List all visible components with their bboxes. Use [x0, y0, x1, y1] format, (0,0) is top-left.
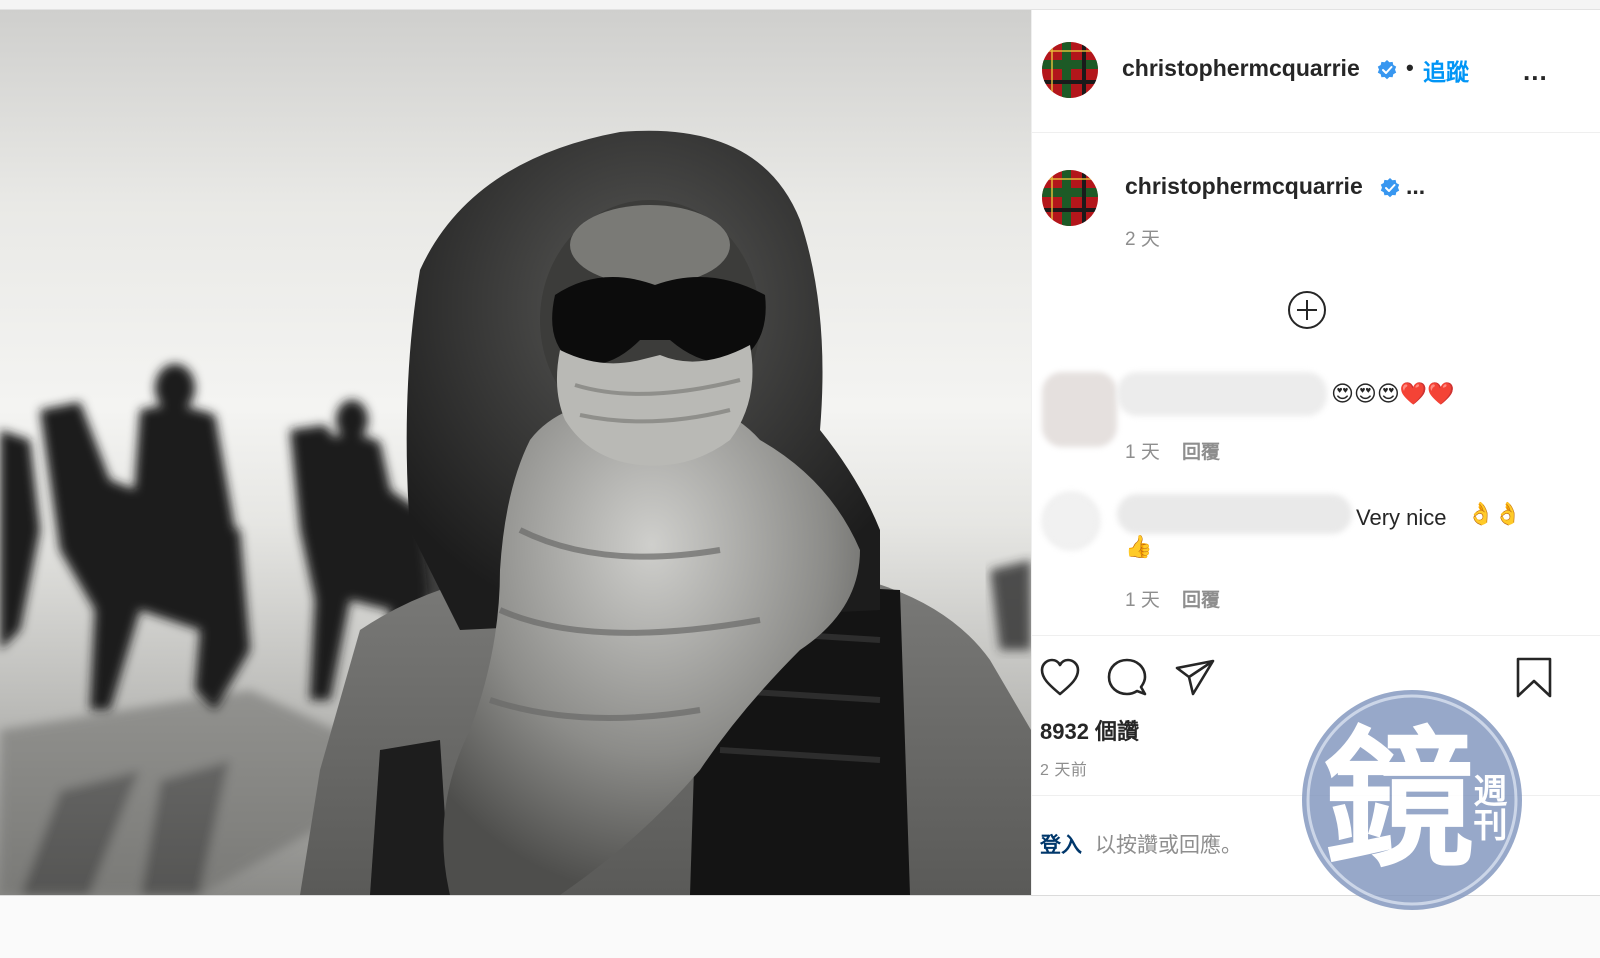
header-username[interactable]: christophermcquarrie [1122, 55, 1360, 82]
reply-button[interactable]: 回覆 [1182, 585, 1220, 612]
comment-username-blurred[interactable] [1117, 494, 1352, 534]
follow-button[interactable]: 追蹤 [1423, 53, 1469, 87]
more-options-button[interactable]: ... [1523, 56, 1548, 87]
comment-emojis: 👌👌 [1467, 502, 1522, 527]
paper-plane-icon[interactable] [1173, 656, 1217, 700]
login-link[interactable]: 登入 [1040, 829, 1082, 859]
posted-ago: 2 天前 [1040, 762, 1088, 779]
header-separator: • [1406, 55, 1414, 80]
browser-top-edge [0, 0, 1600, 10]
caption-username[interactable]: christophermcquarrie [1125, 173, 1363, 200]
caption-time[interactable]: 2 天 [1125, 224, 1160, 251]
plus-circle-icon[interactable] [1287, 290, 1327, 330]
comment-avatar-blurred[interactable] [1042, 372, 1117, 447]
caption-author-avatar[interactable] [1042, 170, 1098, 226]
caption-ellipsis: ... [1406, 173, 1426, 199]
reply-button[interactable]: 回覆 [1182, 437, 1220, 464]
post-photo[interactable] [0, 10, 1031, 895]
heart-outline-icon[interactable] [1038, 656, 1082, 700]
likes-count[interactable]: 8932 個讚 [1040, 714, 1139, 746]
post-header: christophermcquarrie • 追蹤 ... [1032, 10, 1600, 133]
verified-badge-icon [1377, 60, 1397, 80]
watermark-sub-chars: 週刊 [1467, 773, 1507, 841]
comment-time[interactable]: 1 天 [1125, 585, 1160, 612]
photo-illustration [0, 130, 1031, 895]
comment-time[interactable]: 1 天 [1125, 437, 1160, 464]
verified-badge-icon [1380, 178, 1400, 198]
watermark-main-char: 鏡 [1324, 714, 1474, 888]
comment-emojis-line2: 👍 [1125, 535, 1153, 560]
comment-username-blurred[interactable] [1117, 372, 1327, 416]
comment-bubble-icon[interactable] [1105, 656, 1149, 700]
login-prompt-text: 以按讚或回應。 [1095, 834, 1242, 857]
author-avatar[interactable] [1042, 42, 1098, 98]
mirror-media-watermark-logo: 鏡 週刊 [1302, 690, 1522, 910]
tartan-avatar-image [1042, 42, 1098, 98]
comment-emojis: 😍😍😍❤️❤️ [1331, 382, 1455, 407]
tartan-avatar-image [1042, 170, 1098, 226]
comment-text: Very nice [1356, 505, 1447, 530]
comment-avatar-blurred[interactable] [1042, 492, 1100, 550]
